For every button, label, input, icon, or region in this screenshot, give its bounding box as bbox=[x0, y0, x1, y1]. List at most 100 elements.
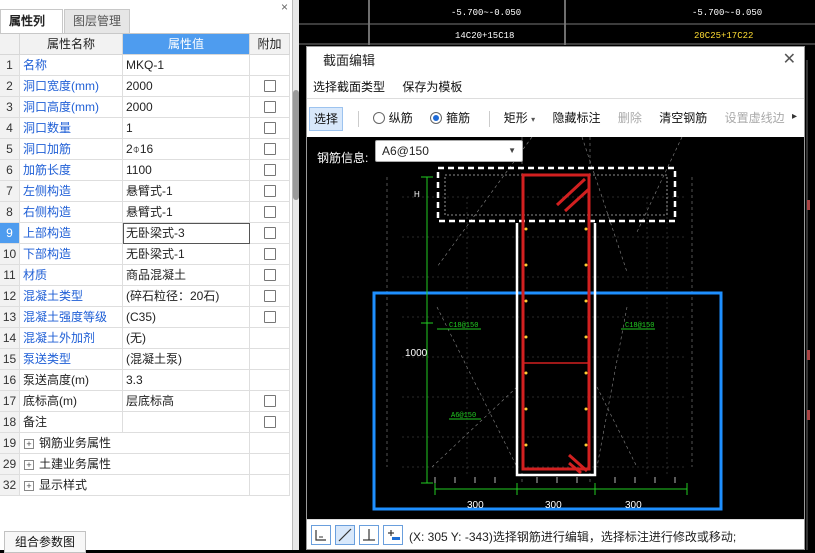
attach-checkbox[interactable] bbox=[264, 395, 276, 407]
property-panel: 属性列表 图层管理 × 属性名称 属性值 附加 1名称MKQ-12洞口宽度(mm… bbox=[0, 0, 293, 553]
attach-checkbox[interactable] bbox=[264, 227, 276, 239]
label-c18-right: C18@150 bbox=[625, 322, 654, 330]
row-number: 10 bbox=[0, 244, 20, 265]
section-canvas[interactable]: C18@150 C18@150 A6@150 1000 H 300 300 30… bbox=[307, 137, 804, 519]
expand-plus-icon[interactable]: + bbox=[24, 459, 34, 470]
add-snap-icon[interactable] bbox=[383, 525, 403, 545]
property-row[interactable]: 17 底标高(m) 层底标高 bbox=[0, 391, 290, 412]
attach-checkbox[interactable] bbox=[264, 101, 276, 113]
property-row[interactable]: 11 材质 商品混凝土 bbox=[0, 265, 290, 286]
attach-checkbox[interactable] bbox=[264, 122, 276, 134]
line-snap-icon[interactable] bbox=[335, 525, 355, 545]
attach-checkbox[interactable] bbox=[264, 311, 276, 323]
property-row[interactable]: 7 左侧构造 悬臂式-1 bbox=[0, 181, 290, 202]
delete-button[interactable]: 删除 bbox=[614, 107, 646, 131]
property-value[interactable]: 无卧梁式-1 bbox=[123, 244, 250, 265]
toolbar-separator bbox=[358, 110, 360, 127]
property-row[interactable]: 18 备注 bbox=[0, 412, 290, 433]
bg-label-elev-2: -5.700~-0.050 bbox=[692, 8, 762, 18]
property-value[interactable]: (无) bbox=[123, 328, 250, 349]
property-row[interactable]: 4 洞口数量 1 bbox=[0, 118, 290, 139]
perpendicular-snap-icon[interactable] bbox=[359, 525, 379, 545]
property-group[interactable]: + 显示样式 bbox=[20, 475, 250, 496]
property-row[interactable]: 6 加筋长度 1100 bbox=[0, 160, 290, 181]
property-row[interactable]: 2 洞口宽度(mm) 2000 bbox=[0, 76, 290, 97]
bg-label-rebar-2: 20C25+17C22 bbox=[694, 31, 753, 41]
stirrup-radio[interactable]: 箍筋 bbox=[426, 107, 474, 131]
menu-save-as-template[interactable]: 保存为模板 bbox=[402, 80, 462, 94]
header-property-name[interactable]: 属性名称 bbox=[20, 34, 123, 55]
property-value[interactable]: 悬臂式-1 bbox=[123, 181, 250, 202]
attach-checkbox[interactable] bbox=[264, 143, 276, 155]
property-group[interactable]: + 钢筋业务属性 bbox=[20, 433, 250, 454]
attach-checkbox[interactable] bbox=[264, 80, 276, 92]
property-row[interactable]: 16 泵送高度(m) 3.3 bbox=[0, 370, 290, 391]
attach-cell bbox=[250, 118, 290, 139]
attach-checkbox[interactable] bbox=[264, 185, 276, 197]
expand-plus-icon[interactable]: + bbox=[24, 480, 34, 491]
select-button[interactable]: 选择 bbox=[309, 106, 344, 131]
property-group[interactable]: + 土建业务属性 bbox=[20, 454, 250, 475]
rebar-info-select[interactable]: A6@150 ▼ bbox=[375, 140, 523, 162]
property-value[interactable]: 2000 bbox=[123, 97, 250, 118]
header-attach[interactable]: 附加 bbox=[250, 34, 290, 55]
property-row[interactable]: 8 右侧构造 悬臂式-1 bbox=[0, 202, 290, 223]
panel-close-icon[interactable]: × bbox=[281, 0, 288, 14]
set-dashed-edge-button[interactable]: 设置虚线边 bbox=[721, 107, 789, 131]
chevron-down-icon: ▾ bbox=[531, 114, 536, 124]
property-value[interactable]: 2⌽16 bbox=[123, 139, 250, 160]
tab-property-list[interactable]: 属性列表 bbox=[0, 9, 63, 50]
property-row[interactable]: 9 上部构造 无卧梁式-3 bbox=[0, 223, 290, 244]
menu-select-section-type[interactable]: 选择截面类型 bbox=[313, 80, 385, 94]
corner-snap-icon[interactable] bbox=[311, 525, 331, 545]
attach-checkbox[interactable] bbox=[264, 164, 276, 176]
stirrup-hooks bbox=[555, 177, 591, 475]
property-value[interactable]: 3.3 bbox=[123, 370, 250, 391]
clear-rebar-button[interactable]: 清空钢筋 bbox=[655, 107, 711, 131]
property-value[interactable]: 1 bbox=[123, 118, 250, 139]
property-value[interactable]: (C35) bbox=[123, 307, 250, 328]
property-row[interactable]: 3 洞口高度(mm) 2000 bbox=[0, 97, 290, 118]
property-name: 洞口宽度(mm) bbox=[20, 76, 123, 97]
property-group-row[interactable]: 29 + 土建业务属性 bbox=[0, 454, 290, 475]
row-number: 2 bbox=[0, 76, 20, 97]
property-row[interactable]: 15 泵送类型 (混凝土泵) bbox=[0, 349, 290, 370]
attach-checkbox[interactable] bbox=[264, 269, 276, 281]
rebar-info-value: A6@150 bbox=[382, 144, 429, 158]
property-value[interactable]: (混凝土泵) bbox=[123, 349, 250, 370]
shape-dropdown[interactable]: 矩形 ▾ bbox=[500, 107, 539, 131]
property-value[interactable]: 1100 bbox=[123, 160, 250, 181]
property-row[interactable]: 10 下部构造 无卧梁式-1 bbox=[0, 244, 290, 265]
expand-plus-icon[interactable]: + bbox=[24, 438, 34, 449]
property-value[interactable]: 悬臂式-1 bbox=[123, 202, 250, 223]
property-rows: 1 名称 MKQ-1 2 洞口宽度(mm) 2000 3 洞口高度(mm) 2000 4 洞口数量 1… bbox=[0, 55, 290, 433]
property-row[interactable]: 12 混凝土类型 (碎石粒径：20石) bbox=[0, 286, 290, 307]
row-number: 11 bbox=[0, 265, 20, 286]
property-value[interactable]: 无卧梁式-3 bbox=[123, 223, 250, 244]
property-value[interactable]: MKQ-1 bbox=[123, 55, 250, 76]
header-property-value[interactable]: 属性值 bbox=[123, 34, 250, 55]
property-value[interactable]: (碎石粒径：20石) bbox=[123, 286, 250, 307]
property-value[interactable]: 2000 bbox=[123, 76, 250, 97]
hide-annotation-button[interactable]: 隐藏标注 bbox=[548, 107, 604, 131]
property-value[interactable]: 层底标高 bbox=[123, 391, 250, 412]
property-row[interactable]: 1 名称 MKQ-1 bbox=[0, 55, 290, 76]
dialog-close-icon[interactable]: ✕ bbox=[783, 49, 796, 69]
property-group-row[interactable]: 32 + 显示样式 bbox=[0, 475, 290, 496]
shape-dropdown-label: 矩形 bbox=[503, 110, 528, 125]
attach-checkbox[interactable] bbox=[264, 248, 276, 260]
property-value[interactable]: 商品混凝土 bbox=[123, 265, 250, 286]
attach-checkbox[interactable] bbox=[264, 290, 276, 302]
property-row[interactable]: 5 洞口加筋 2⌽16 bbox=[0, 139, 290, 160]
toolbar-more-icon[interactable]: ▸ bbox=[792, 111, 802, 122]
attach-cell bbox=[250, 454, 290, 475]
property-row[interactable]: 13 混凝土强度等级 (C35) bbox=[0, 307, 290, 328]
tab-layer-management[interactable]: 图层管理 bbox=[64, 9, 130, 33]
property-group-row[interactable]: 19 + 钢筋业务属性 bbox=[0, 433, 290, 454]
attach-checkbox[interactable] bbox=[264, 416, 276, 428]
longitudinal-rebar-radio[interactable]: 纵筋 bbox=[369, 107, 417, 131]
property-value[interactable] bbox=[123, 412, 250, 433]
attach-checkbox[interactable] bbox=[264, 206, 276, 218]
property-row[interactable]: 14 混凝土外加剂 (无) bbox=[0, 328, 290, 349]
group-label: 土建业务属性 bbox=[39, 457, 112, 471]
